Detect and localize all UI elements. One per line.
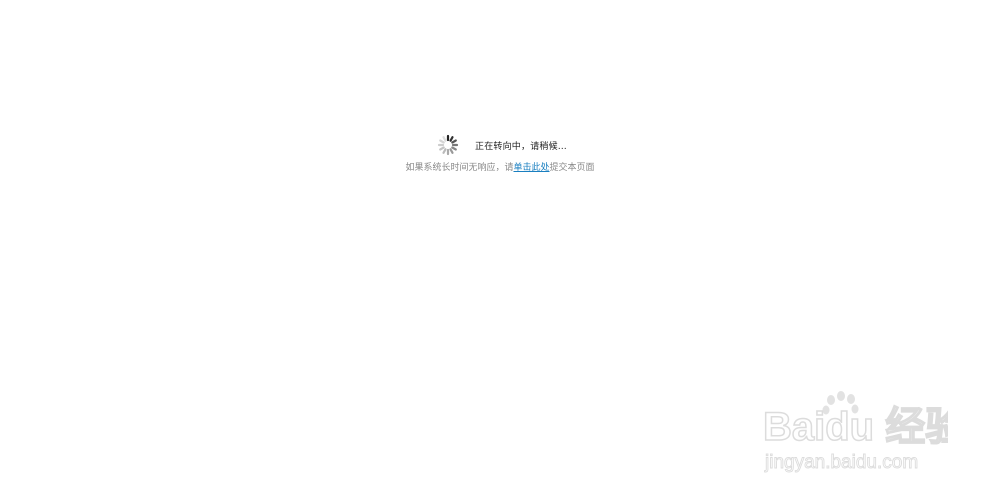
watermark-url: jingyan.baidu.com [764, 452, 918, 473]
click-here-link[interactable]: 单击此处 [513, 163, 549, 173]
spinner-icon [437, 134, 459, 156]
redirect-page: 正在转向中，请稍候… 如果系统长时间无响应，请单击此处提交本页面 Baidu 经… [0, 0, 1000, 498]
redirect-hint: 如果系统长时间无响应，请单击此处提交本页面 [0, 160, 1000, 173]
hint-suffix: 提交本页面 [549, 163, 595, 173]
loading-message: 正在转向中，请稍候… [475, 141, 568, 152]
watermark-brand: Baidu 经验 [763, 405, 948, 449]
baidu-jingyan-watermark: Baidu 经验 jingyan.baidu.com [763, 391, 948, 473]
hint-prefix: 如果系统长时间无响应，请 [405, 163, 514, 173]
loading-indicator: 正在转向中，请稍候… [437, 134, 567, 156]
